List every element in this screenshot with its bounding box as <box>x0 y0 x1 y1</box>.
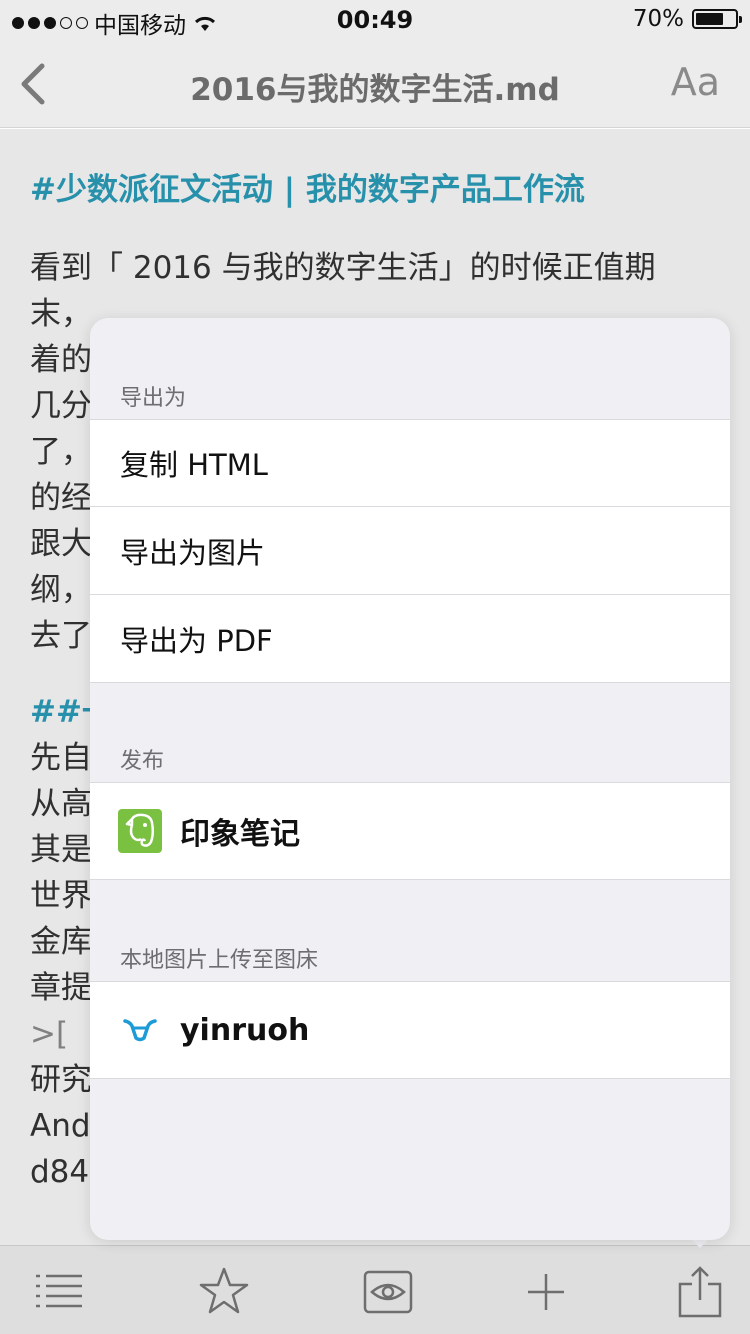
menu-item-label: 导出为图片 <box>120 535 266 570</box>
battery-area: 70% <box>632 6 742 32</box>
menu-item-export-image[interactable]: 导出为图片 <box>90 507 730 595</box>
menu-item-label: 复制 HTML <box>120 448 268 482</box>
list-icon[interactable] <box>32 1266 84 1318</box>
export-popover: 导出为 复制 HTML 导出为图片 导出为 PDF 发布 印象笔记 本地图片上传… <box>90 318 730 1240</box>
battery-percent: 70% <box>632 6 684 32</box>
menu-item-label: 导出为 PDF <box>120 623 273 658</box>
status-bar: 中国移动 00:49 70% <box>0 0 750 40</box>
font-settings-button[interactable]: Aa <box>671 60 720 104</box>
battery-icon <box>692 9 742 29</box>
document-title: 2016与我的数字生活.md <box>190 72 560 108</box>
menu-item-image-host[interactable]: yinruoh <box>90 981 730 1079</box>
section-header-upload: 本地图片上传至图床 <box>120 948 319 973</box>
menu-item-label: yinruoh <box>180 1012 310 1048</box>
section-header-export: 导出为 <box>120 386 187 411</box>
evernote-icon <box>118 809 162 853</box>
menu-item-evernote[interactable]: 印象笔记 <box>90 782 730 880</box>
menu-item-export-pdf[interactable]: 导出为 PDF <box>90 595 730 683</box>
eye-icon[interactable] <box>362 1266 414 1318</box>
menu-item-copy-html[interactable]: 复制 HTML <box>90 419 730 507</box>
plus-icon[interactable] <box>520 1266 572 1318</box>
star-icon[interactable] <box>198 1266 250 1318</box>
share-icon[interactable] <box>674 1266 726 1318</box>
section-header-publish: 发布 <box>120 749 165 774</box>
navigation-bar: 2016与我的数字生活.md Aa <box>0 40 750 128</box>
menu-item-label: 印象笔记 <box>180 817 300 852</box>
weibo-icon <box>118 1008 162 1052</box>
bottom-toolbar <box>0 1245 750 1334</box>
